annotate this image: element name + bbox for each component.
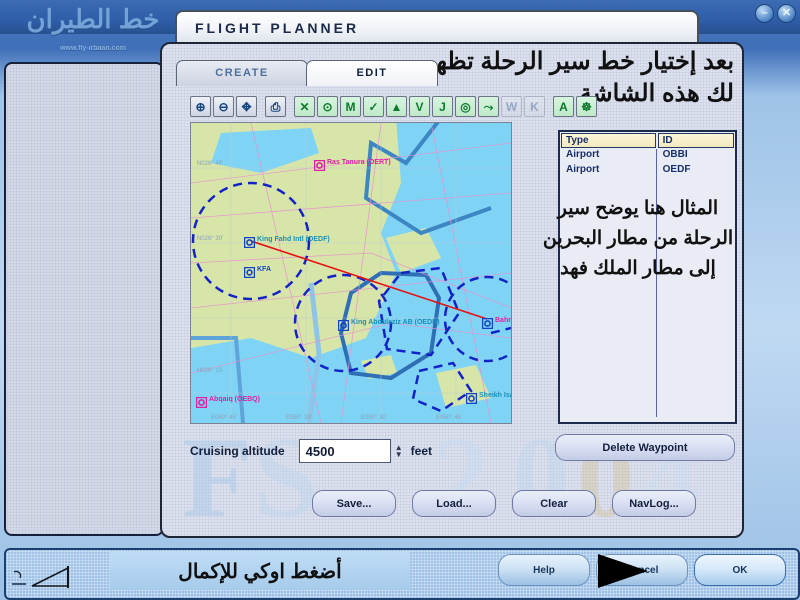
tab-bar: CREATE EDIT [176, 60, 438, 86]
world-layer-icon[interactable]: ◎ [455, 96, 476, 117]
load-button[interactable]: Load... [412, 490, 496, 517]
altitude-unit-label: feet [410, 444, 433, 458]
minimize-icon[interactable]: – [755, 4, 774, 23]
route-layer-icon[interactable]: ⤳ [478, 96, 499, 117]
map-airport-label-obbi: Bahrain Intl [495, 317, 511, 324]
watermark-subtext: www.fly-irbaan.com [60, 45, 126, 52]
cell-type: Airport [566, 164, 600, 175]
intersection-layer-icon[interactable]: ✓ [363, 96, 384, 117]
map-airport-marker-obbi[interactable] [481, 316, 494, 330]
watermark-text: خط الطيران [26, 4, 160, 34]
ndb-layer-icon[interactable]: M [340, 96, 361, 117]
print-icon[interactable]: ⎙ [265, 96, 286, 117]
table-row[interactable]: Airport OBBI [560, 149, 735, 164]
terrain-layer-icon[interactable]: ▲ [386, 96, 407, 117]
vor-layer-icon[interactable]: ⊙ [317, 96, 338, 117]
labels-icon[interactable]: A [553, 96, 574, 117]
screen: خط الطيران www.fly-irbaan.com – ✕ أضغط ا… [0, 0, 800, 600]
cell-id: OBBI [662, 149, 688, 160]
map-grid-label: E050° 30' [361, 415, 387, 421]
map-navaid-marker-kfa[interactable] [243, 265, 256, 279]
pan-icon[interactable]: ✥ [236, 96, 257, 117]
table-header-row: Type ID [560, 132, 735, 149]
map-canvas [191, 123, 511, 423]
delete-waypoint-button[interactable]: Delete Waypoint [555, 434, 735, 461]
map-settings-icon[interactable]: ☸ [576, 96, 597, 117]
navlog-button[interactable]: NavLog... [612, 490, 696, 517]
map-airport-marker-oedf[interactable] [243, 235, 256, 249]
save-button[interactable]: Save... [312, 490, 396, 517]
map-grid-label: E050° 15' [286, 415, 312, 421]
side-instruction-note: المثال هنا يوضح سير الرحلة من مطار البحر… [542, 198, 734, 279]
route-map[interactable]: N026° 45' N026° 30' N026° 15' E049° 45' E050… [190, 122, 512, 424]
map-airport-marker-obsi[interactable] [465, 391, 478, 405]
cruising-altitude-label: Cruising altitude [190, 444, 285, 458]
map-airport-label-oebq: Abqaiq (OEBQ) [209, 396, 260, 403]
close-icon[interactable]: ✕ [777, 4, 796, 23]
map-airport-marker-oebq[interactable] [195, 395, 208, 409]
table-row[interactable]: Airport OEDF [560, 164, 735, 179]
map-airport-label-oedf: King Fahd Intl (OEDF) [257, 236, 330, 243]
flight-planner-titlebar: FLIGHT PLANNER [175, 10, 699, 44]
column-header-type[interactable]: Type [561, 133, 656, 148]
site-watermark: خط الطيران www.fly-irbaan.com [8, 4, 178, 54]
page-title: FLIGHT PLANNER [195, 20, 360, 36]
map-grid-label: N026° 45' [197, 161, 224, 167]
clear-button[interactable]: Clear [512, 490, 596, 517]
corner-graphic [10, 564, 106, 590]
dialog-button-row: Save... Load... Clear NavLog... [312, 490, 696, 517]
bottom-button-row: Help Cancel OK [498, 554, 786, 586]
map-grid-label: E049° 45' [211, 415, 237, 421]
map-grid-label: E050° 45' [436, 415, 462, 421]
map-grid-label: N026° 15' [197, 368, 224, 374]
zoom-in-icon[interactable]: ⊕ [190, 96, 211, 117]
cruising-altitude-input[interactable]: 4500 [298, 439, 391, 463]
ok-button[interactable]: OK [694, 554, 786, 586]
background-panel [4, 62, 164, 536]
tab-edit[interactable]: EDIT [306, 60, 438, 86]
map-toolbar: ⊕ ⊖ ✥ ⎙ ✕ ⊙ M ✓ ▲ V J ◎ ⤳ W K A ☸ [190, 96, 597, 117]
altitude-stepper[interactable]: ▲ ▼ [393, 441, 405, 461]
cancel-button[interactable]: Cancel [596, 554, 688, 586]
zoom-out-icon[interactable]: ⊖ [213, 96, 234, 117]
flight-planner-dialog: بعد إختيار خط سير الرحلة تظهر لك هذه الش… [160, 42, 744, 541]
airport-layer-icon[interactable]: ✕ [294, 96, 315, 117]
jet-airway-icon[interactable]: J [432, 96, 453, 117]
map-navaid-label-kfa: KFA [257, 266, 271, 273]
weather-layer-icon[interactable]: W [501, 96, 522, 117]
cell-type: Airport [566, 149, 600, 160]
map-airport-label-oert: Ras Tanura (OERT) [327, 159, 391, 166]
window-controls: – ✕ [755, 4, 796, 23]
cell-id: OEDF [662, 164, 691, 175]
bottom-instruction-note: أضغط اوكي للإكمال [110, 552, 410, 590]
map-airport-marker-oedr[interactable] [337, 318, 350, 332]
map-airport-label-oedr: King Abdulaziz AB (OEDR) [351, 319, 440, 326]
tab-create[interactable]: CREATE [176, 60, 308, 86]
victor-airway-icon[interactable]: V [409, 96, 430, 117]
column-header-id[interactable]: ID [657, 133, 734, 148]
map-grid-label: N026° 30' [197, 236, 224, 242]
help-button[interactable]: Help [498, 554, 590, 586]
map-airport-label-obsi: Sheikh Isa (O [479, 392, 511, 399]
stepper-down-icon[interactable]: ▼ [395, 451, 403, 459]
flightplan-icon[interactable]: K [524, 96, 545, 117]
map-airport-marker-oert[interactable] [313, 158, 326, 172]
